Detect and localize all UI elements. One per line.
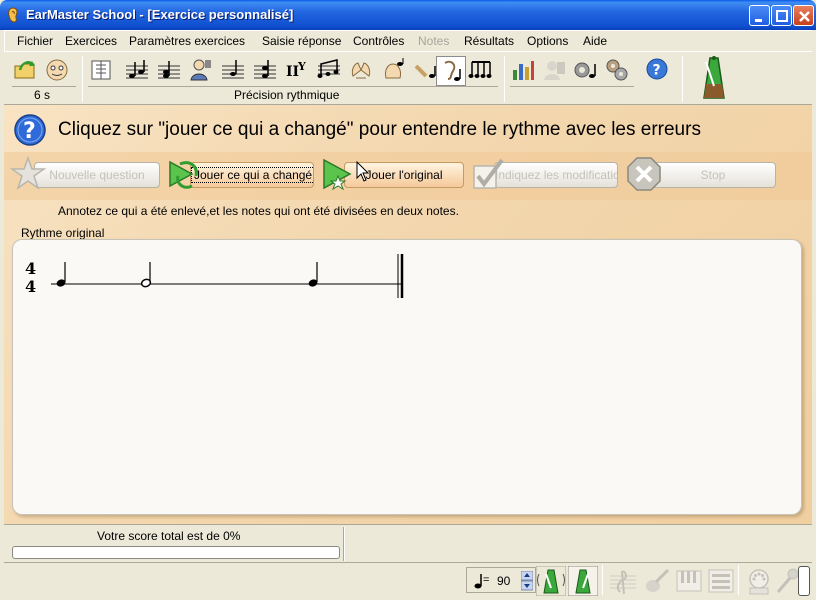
minimize-button[interactable] [749,5,770,26]
half-note[interactable] [140,262,152,288]
menu-notes[interactable]: Notes [418,34,449,48]
exercise-mode-label: Précision rythmique [234,88,340,102]
stats-underline [510,86,634,87]
instruction-prompt: Cliquez sur "jouer ce qui a changé" pour… [58,119,701,140]
hand-rhythm-icon[interactable] [380,56,406,84]
bottom-separator [738,565,739,595]
resize-handle[interactable] [798,566,810,596]
play-original-icon [323,158,352,191]
stop-x-icon [627,157,661,191]
piano-disabled-icon[interactable] [674,566,704,596]
tempo-value[interactable]: 90 [497,574,510,588]
question-icon: ? [14,114,46,146]
tap-rhythm-icon[interactable] [412,56,438,84]
menu-parametres-exercices[interactable]: Paramètres exercices [129,34,245,48]
toolbar-separator [82,56,83,102]
tempo-control[interactable]: = 90 [466,567,536,593]
menu-fichier[interactable]: Fichier [17,34,53,48]
status-separator [343,527,345,561]
settings-notes-icon[interactable] [572,56,598,84]
score-text: Votre score total est de 0% [97,529,241,543]
rhythm-precision-button[interactable] [436,56,466,86]
help-icon[interactable]: ? [644,56,670,84]
tempo-equals: = [483,574,490,586]
mode-underline [88,86,498,87]
svg-text:?: ? [23,119,36,144]
menu-bar: Fichier Exercices Paramètres exercices S… [4,30,812,51]
svg-text:Y: Y [297,60,306,73]
annotation-instruction: Annotez ce qui a été enlevé,et les notes… [58,204,459,218]
bottom-toolbar: = 90 [4,562,812,598]
mouse-cursor-icon [356,161,370,182]
scale-notes-icon[interactable] [252,56,278,84]
bottom-separator [602,565,603,595]
score-status-bar: Votre score total est de 0% [4,524,812,562]
play-changed-icon [169,160,198,189]
chord-notes-icon[interactable] [156,56,182,84]
rhythm-dictation-icon[interactable] [468,56,494,84]
maximize-icon [776,10,788,22]
stop-button[interactable]: Stop [650,162,776,188]
menu-resultats[interactable]: Résultats [464,34,514,48]
sheet-notation-disabled-icon[interactable] [706,566,736,596]
new-question-button[interactable]: Nouvelle question [34,162,160,188]
checkmark-icon [473,158,504,189]
quarter-note[interactable] [308,262,319,288]
toolbar: II Y ? 6 s Précision rythmique [4,51,812,105]
new-question-star-icon [10,156,46,190]
quarter-note[interactable] [56,262,67,288]
play-changed-button[interactable]: Jouer ce qui a changé [190,162,314,188]
rhythm-staff-panel[interactable]: 4 4 [12,239,802,515]
preferences-gears-icon[interactable] [604,56,630,84]
menu-controles[interactable]: Contrôles [353,34,404,48]
score-progress-bar [12,546,340,559]
time-label: 6 s [34,88,51,102]
toolbar-separator [504,56,505,102]
treble-clef-disabled-icon[interactable] [608,566,638,596]
listening-person-icon[interactable] [188,56,214,84]
notation-book-icon[interactable] [88,56,114,84]
users-disabled-icon[interactable] [542,56,568,84]
maximize-button[interactable] [771,5,792,26]
exercise-panel: ? Cliquez sur "jouer ce qui a changé" po… [4,105,812,524]
time-signature-top: 4 [25,259,36,278]
earmaster-app-icon[interactable] [6,7,20,23]
menu-exercices[interactable]: Exercices [65,34,117,48]
ear-note-icon [444,60,461,81]
menu-saisie-reponse[interactable]: Saisie réponse [262,34,341,48]
midi-disabled-icon[interactable] [744,566,774,596]
time-underline [12,86,76,87]
menu-aide[interactable]: Aide [583,34,607,48]
melody-notes-icon[interactable] [316,56,342,84]
metronome-visual-icon[interactable] [568,566,598,596]
rhythm-staff[interactable]: 4 4 [13,240,803,516]
interval-notes-icon[interactable] [124,56,150,84]
teacher-face-icon[interactable] [44,56,70,84]
original-rhythm-label: Rythme original [21,226,105,240]
chord-progression-icon[interactable]: II Y [284,56,310,84]
title-bar: EarMaster School - [Exercice personnalis… [0,0,816,30]
metronome-icon[interactable] [694,54,734,102]
toolbar-separator [682,56,683,102]
show-changes-button[interactable]: Indiquez les modifications [494,162,618,188]
minimize-icon [755,19,762,22]
svg-text:?: ? [653,63,661,79]
close-button[interactable] [793,5,814,26]
window-title: EarMaster School - [Exercice personnalis… [26,7,294,22]
statistics-chart-icon[interactable] [510,56,536,84]
open-folder-icon[interactable] [12,56,38,84]
tempo-spinner-icon[interactable] [521,571,533,591]
clap-hands-icon[interactable] [348,56,374,84]
time-signature-bottom: 4 [25,277,36,296]
metronome-sound-icon[interactable] [536,566,566,596]
guitar-disabled-icon[interactable] [642,566,672,596]
menu-options[interactable]: Options [527,34,568,48]
single-note-icon[interactable] [220,56,246,84]
close-icon [799,11,810,22]
